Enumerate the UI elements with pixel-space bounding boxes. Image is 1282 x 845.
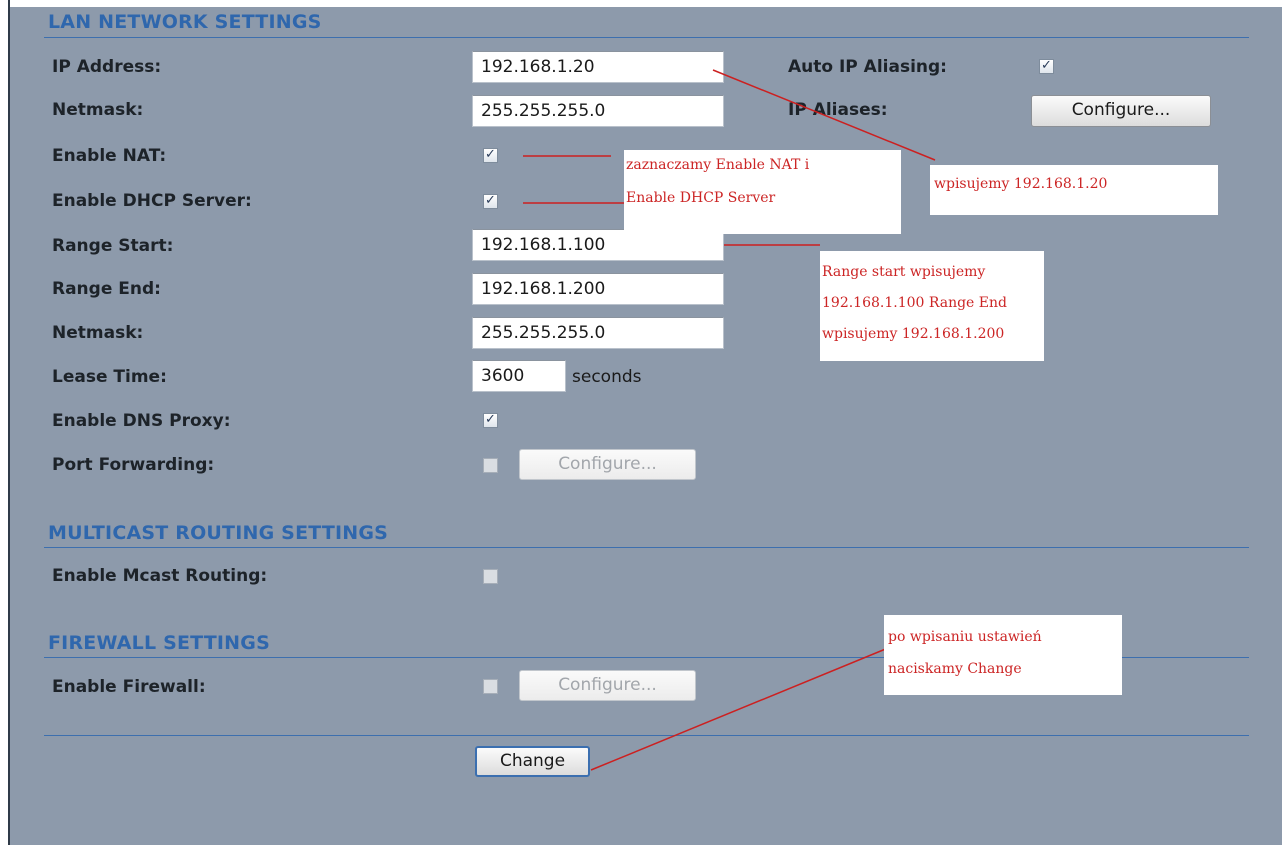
firewall-configure-button[interactable]: Configure...	[519, 670, 696, 701]
annotation-nat-dhcp: zaznaczamy Enable NAT i Enable DHCP Serv…	[624, 150, 901, 234]
annotation-text: Range start wpisujemy	[822, 264, 986, 280]
annotation-text: 192.168.1.100 Range End	[822, 295, 1007, 311]
range-end-input[interactable]: 192.168.1.200	[472, 273, 724, 305]
dhcp-netmask-input[interactable]: 255.255.255.0	[472, 317, 724, 349]
annotation-text: wpisujemy 192.168.1.200	[822, 326, 1005, 342]
dhcp-netmask-label: Netmask:	[52, 323, 144, 343]
auto-ip-aliasing-checkbox[interactable]: ✓	[1039, 59, 1054, 74]
multicast-section-divider	[44, 547, 1249, 548]
change-button[interactable]: Change	[475, 746, 590, 777]
port-forwarding-label: Port Forwarding:	[52, 455, 215, 475]
lease-time-input[interactable]: 3600	[472, 360, 566, 392]
window-top-border	[0, 0, 1282, 7]
annotation-ip: wpisujemy 192.168.1.20	[930, 165, 1218, 215]
annotation-range: Range start wpisujemy 192.168.1.100 Rang…	[820, 251, 1044, 361]
netmask-label: Netmask:	[52, 100, 144, 120]
port-forwarding-checkbox[interactable]	[483, 458, 498, 473]
ip-address-label: IP Address:	[52, 57, 162, 77]
multicast-section-title: MULTICAST ROUTING SETTINGS	[48, 522, 389, 544]
firewall-section-title: FIREWALL SETTINGS	[48, 632, 270, 654]
window-left-border	[0, 0, 8, 845]
enable-dhcp-checkbox[interactable]: ✓	[483, 194, 498, 209]
enable-dns-proxy-checkbox[interactable]: ✓	[483, 413, 498, 428]
range-end-label: Range End:	[52, 279, 161, 299]
ip-address-input[interactable]: 192.168.1.20	[472, 51, 724, 83]
enable-nat-checkbox[interactable]: ✓	[483, 148, 498, 163]
ip-aliases-label: IP Aliases:	[788, 100, 888, 120]
auto-ip-aliasing-label: Auto IP Aliasing:	[788, 57, 947, 77]
netmask-input[interactable]: 255.255.255.0	[472, 95, 724, 127]
footer-divider	[44, 735, 1249, 736]
annotation-text: Enable DHCP Server	[626, 190, 776, 206]
range-start-label: Range Start:	[52, 236, 174, 256]
enable-firewall-label: Enable Firewall:	[52, 677, 206, 697]
port-forwarding-configure-button[interactable]: Configure...	[519, 449, 696, 480]
lease-time-unit: seconds	[572, 367, 642, 387]
annotation-change: po wpisaniu ustawień naciskamy Change	[884, 615, 1122, 695]
enable-firewall-checkbox[interactable]	[483, 679, 498, 694]
ip-aliases-configure-button[interactable]: Configure...	[1031, 95, 1211, 127]
annotation-text: po wpisaniu ustawień	[888, 629, 1042, 645]
window-left-edge	[8, 0, 10, 845]
annotation-line-change	[590, 647, 889, 771]
annotation-text: zaznaczamy Enable NAT i	[626, 157, 810, 173]
lease-time-label: Lease Time:	[52, 367, 167, 387]
enable-mcast-label: Enable Mcast Routing:	[52, 566, 268, 586]
annotation-text: naciskamy Change	[888, 661, 1022, 677]
lan-section-title: LAN NETWORK SETTINGS	[48, 11, 322, 33]
enable-mcast-checkbox[interactable]	[483, 569, 498, 584]
enable-dns-proxy-label: Enable DNS Proxy:	[52, 411, 231, 431]
lan-section-divider	[44, 37, 1249, 38]
enable-dhcp-label: Enable DHCP Server:	[52, 191, 252, 211]
enable-nat-label: Enable NAT:	[52, 146, 167, 166]
annotation-text: wpisujemy 192.168.1.20	[934, 176, 1108, 192]
